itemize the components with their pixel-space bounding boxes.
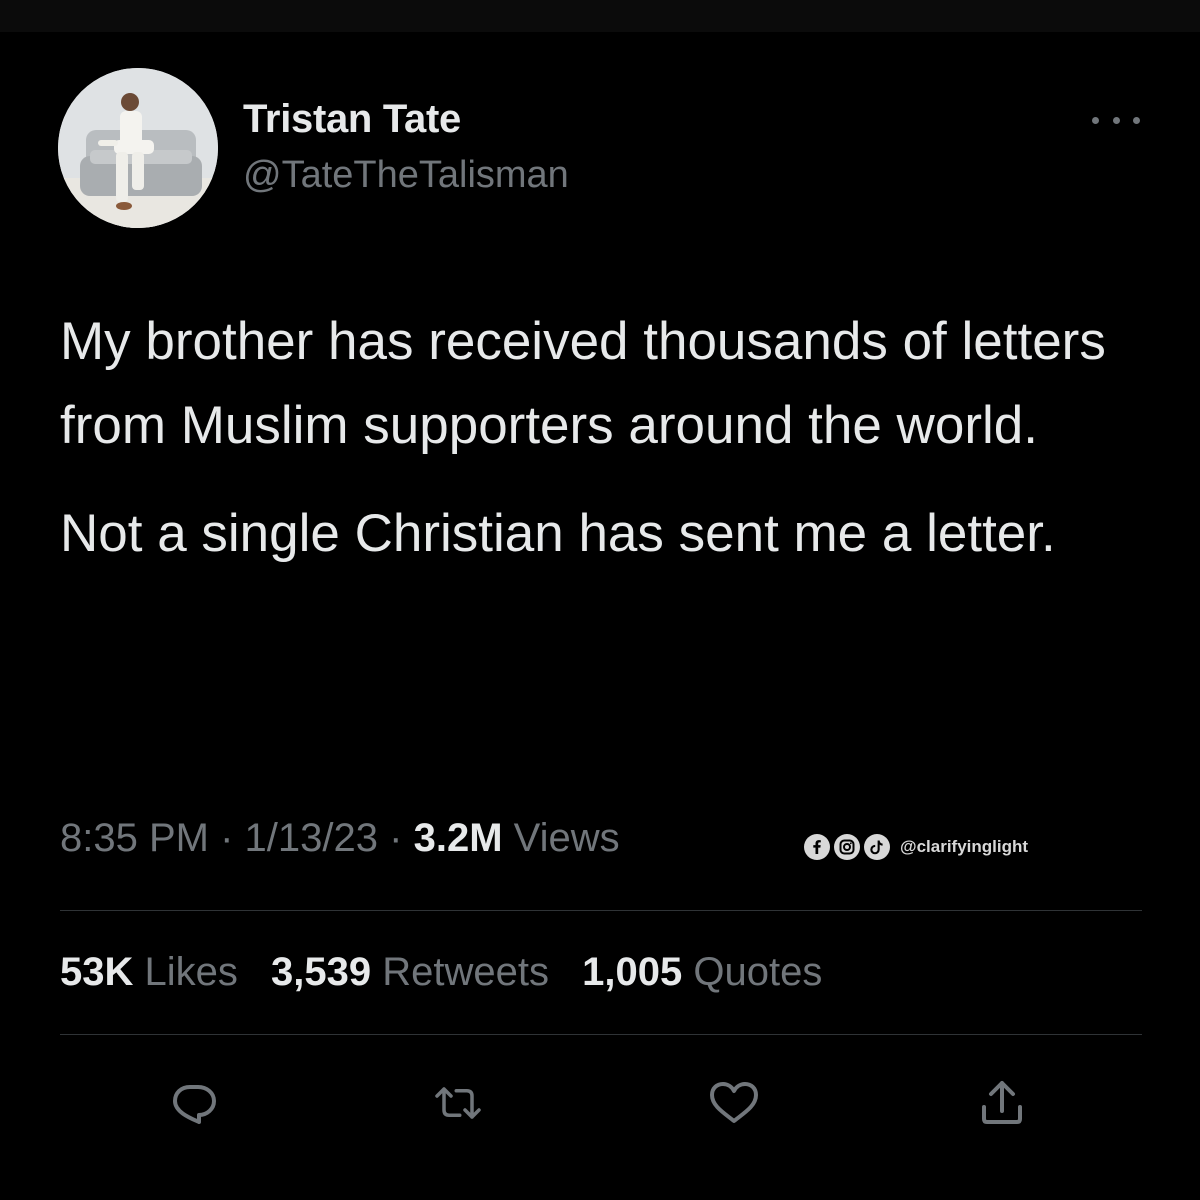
tiktok-icon (864, 834, 890, 860)
share-icon[interactable] (974, 1075, 1030, 1131)
quotes-label: Quotes (693, 950, 823, 994)
watermark: @clarifyinglight (804, 834, 1028, 860)
top-strip (0, 0, 1200, 32)
views-label: Views (513, 816, 620, 860)
like-icon[interactable] (706, 1075, 762, 1131)
retweets-count: 3,539 (271, 950, 372, 994)
engagement-stats: 53K Likes 3,539 Retweets 1,005 Quotes (60, 950, 844, 995)
facebook-icon (804, 834, 830, 860)
reply-icon[interactable] (166, 1075, 222, 1131)
more-dot (1092, 116, 1099, 124)
more-dot (1112, 116, 1120, 124)
avatar[interactable] (58, 68, 218, 228)
likes-stat[interactable]: 53K Likes (60, 950, 249, 994)
retweet-icon[interactable] (430, 1075, 486, 1131)
meta-separator: · (220, 816, 234, 860)
retweets-label: Retweets (382, 950, 550, 994)
author-display-name[interactable]: Tristan Tate (243, 97, 461, 142)
quotes-count: 1,005 (582, 950, 683, 994)
likes-label: Likes (144, 950, 238, 994)
tweet-time[interactable]: 8:35 PM (60, 816, 209, 860)
more-options-icon[interactable] (1092, 108, 1140, 132)
likes-count: 53K (60, 950, 134, 994)
more-dot (1133, 116, 1140, 124)
tweet-paragraph: My brother has received thousands of let… (60, 312, 1106, 455)
divider (60, 910, 1142, 911)
tweet-meta: 8:35 PM · 1/13/23 · 3.2M Views (60, 816, 620, 861)
watermark-handle: @clarifyinglight (900, 837, 1029, 856)
author-handle[interactable]: @TateTheTalisman (243, 154, 569, 197)
tweet-date[interactable]: 1/13/23 (245, 816, 378, 860)
meta-separator: · (389, 816, 403, 860)
tweet-paragraph: Not a single Christian has sent me a let… (60, 504, 1056, 563)
divider (60, 1034, 1142, 1035)
views-count: 3.2M (413, 816, 503, 860)
instagram-icon (834, 834, 860, 860)
retweets-stat[interactable]: 3,539 Retweets (271, 950, 560, 994)
tweet-text: My brother has received thousands of let… (60, 300, 1160, 576)
quotes-stat[interactable]: 1,005 Quotes (582, 950, 822, 994)
